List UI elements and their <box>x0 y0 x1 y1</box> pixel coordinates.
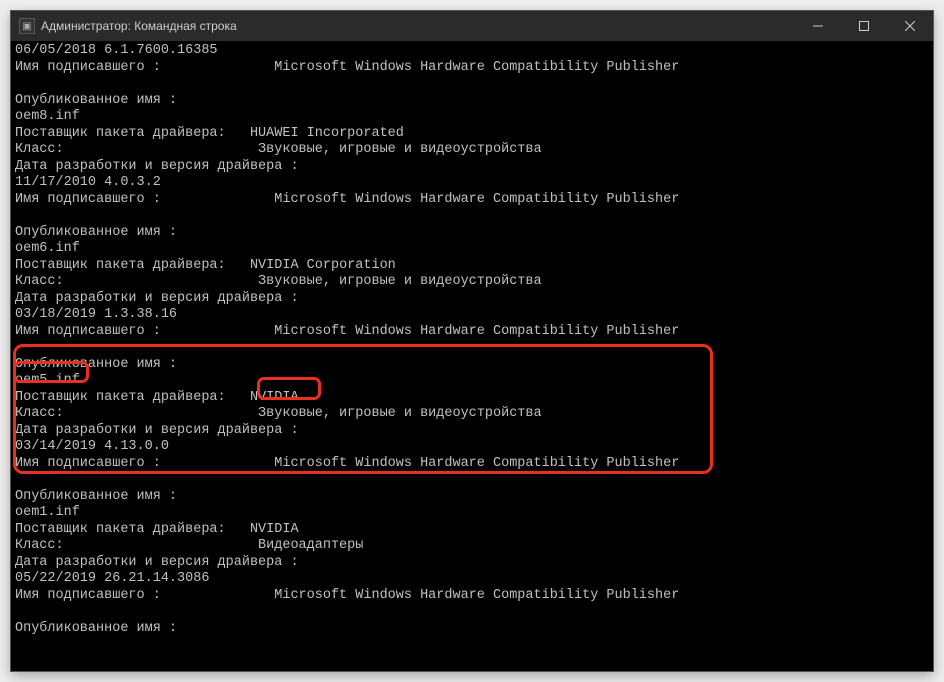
pub-label: Опубликованное имя : <box>15 489 177 504</box>
command-prompt-window: ▣ Администратор: Командная строка 06/05/… <box>10 10 934 672</box>
inf-name: oem8.inf <box>15 109 80 124</box>
signer-label: Имя подписавшего : <box>15 588 161 603</box>
inf-name: oem6.inf <box>15 241 80 256</box>
window-controls <box>795 11 933 41</box>
pub-label: Опубликованное имя : <box>15 357 177 372</box>
provider-label: Поставщик пакета драйвера: <box>15 522 226 537</box>
signer-label: Имя подписавшего : <box>15 456 161 471</box>
date-version: 03/14/2019 4.13.0.0 <box>15 439 169 454</box>
date-label: Дата разработки и версия драйвера : <box>15 159 299 174</box>
line: 06/05/2018 6.1.7600.16385 <box>15 43 218 58</box>
inf-name: oem5.inf <box>15 373 80 388</box>
provider-value: NVIDIA Corporation <box>250 258 396 273</box>
terminal-output[interactable]: 06/05/2018 6.1.7600.16385 Имя подписавше… <box>11 41 933 671</box>
signer-value: Microsoft Windows Hardware Compatibility… <box>274 192 679 207</box>
signer-value: Microsoft Windows Hardware Compatibility… <box>274 456 679 471</box>
date-version: 05/22/2019 26.21.14.3086 <box>15 571 209 586</box>
date-label: Дата разработки и версия драйвера : <box>15 423 299 438</box>
class-value: Звуковые, игровые и видеоустройства <box>258 406 542 421</box>
maximize-button[interactable] <box>841 11 887 41</box>
window-title: Администратор: Командная строка <box>41 19 795 33</box>
class-label: Класс: <box>15 538 64 553</box>
date-version: 11/17/2010 4.0.3.2 <box>15 175 161 190</box>
class-value: Звуковые, игровые и видеоустройства <box>258 274 542 289</box>
signer-value: Microsoft Windows Hardware Compatibility… <box>274 324 679 339</box>
signer-value: Microsoft Windows Hardware Compatibility… <box>274 60 679 75</box>
provider-label: Поставщик пакета драйвера: <box>15 258 226 273</box>
class-value: Звуковые, игровые и видеоустройства <box>258 142 542 157</box>
pub-label: Опубликованное имя : <box>15 93 177 108</box>
app-icon: ▣ <box>19 18 35 34</box>
date-version: 03/18/2019 1.3.38.16 <box>15 307 177 322</box>
pub-label: Опубликованное имя : <box>15 225 177 240</box>
signer-value: Microsoft Windows Hardware Compatibility… <box>274 588 679 603</box>
date-label: Дата разработки и версия драйвера : <box>15 555 299 570</box>
date-label: Дата разработки и версия драйвера : <box>15 291 299 306</box>
inf-name: oem1.inf <box>15 505 80 520</box>
close-button[interactable] <box>887 11 933 41</box>
class-label: Класс: <box>15 274 64 289</box>
class-value: Видеоадаптеры <box>258 538 363 553</box>
provider-value: NVIDIA <box>250 522 299 537</box>
signer-label: Имя подписавшего : <box>15 324 161 339</box>
pub-label: Опубликованное имя : <box>15 621 177 636</box>
provider-value: HUAWEI Incorporated <box>250 126 404 141</box>
minimize-button[interactable] <box>795 11 841 41</box>
provider-label: Поставщик пакета драйвера: <box>15 126 226 141</box>
titlebar[interactable]: ▣ Администратор: Командная строка <box>11 11 933 41</box>
class-label: Класс: <box>15 142 64 157</box>
provider-value: NVIDIA <box>250 390 299 405</box>
provider-label: Поставщик пакета драйвера: <box>15 390 226 405</box>
signer-label: Имя подписавшего : <box>15 60 161 75</box>
class-label: Класс: <box>15 406 64 421</box>
signer-label: Имя подписавшего : <box>15 192 161 207</box>
